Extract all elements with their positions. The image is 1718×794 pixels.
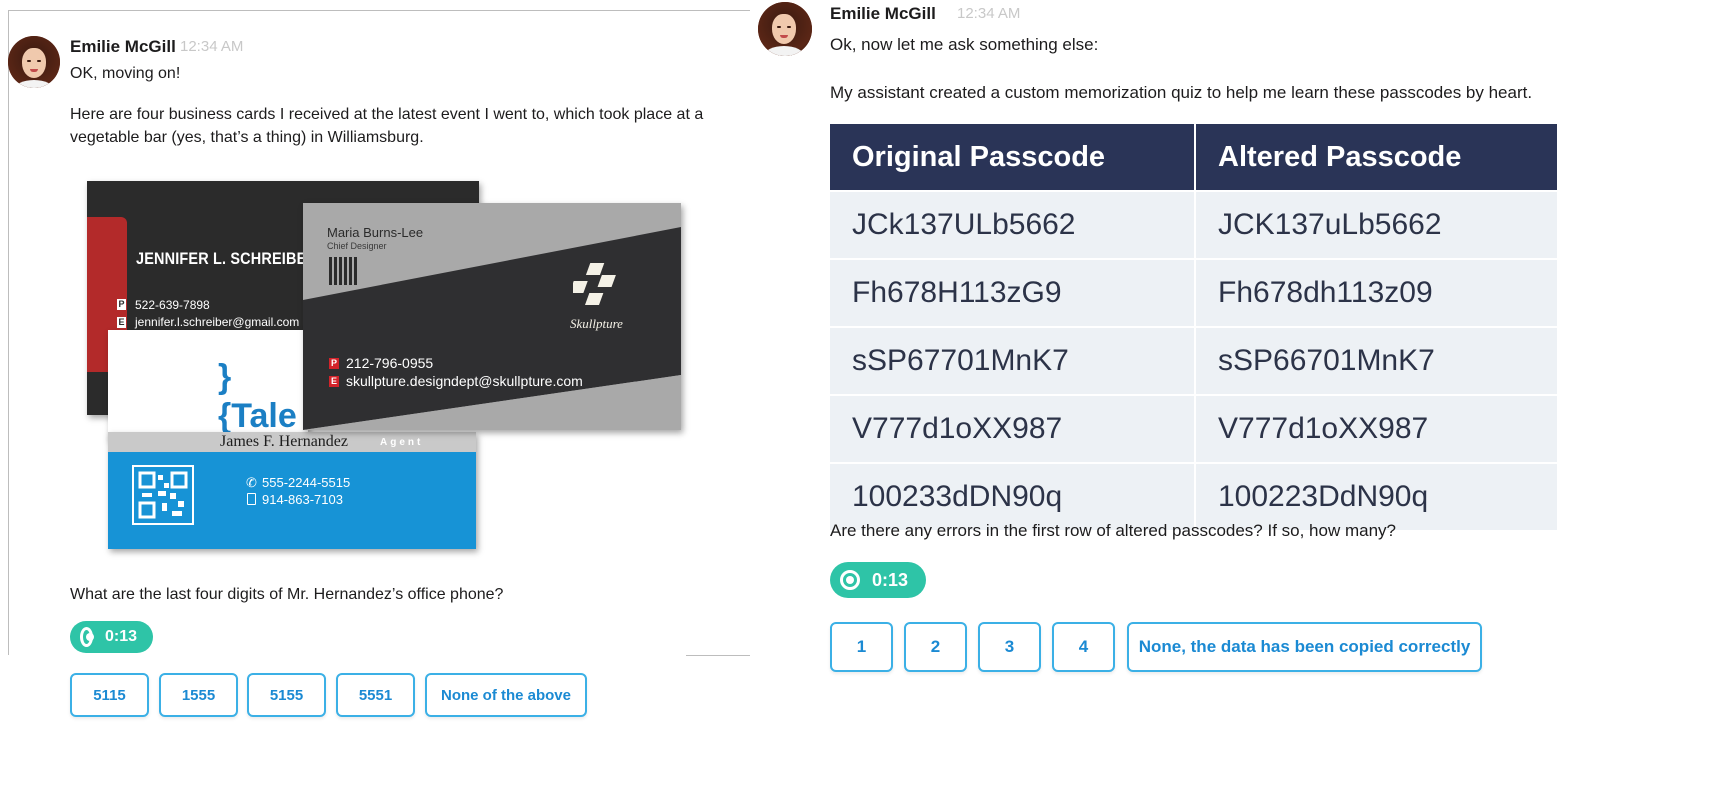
answer-option-button[interactable]: None, the data has been copied correctly [1127,622,1482,672]
card-phone: 914-863-7103 [262,492,343,507]
sender-name[interactable]: Emilie McGill [830,4,936,24]
column-header: Original Passcode [830,124,1196,191]
timer-badge: 0:13 [830,562,926,598]
skullpture-wordmark: Skullpture [570,316,623,331]
card-name: Maria Burns-Lee [327,225,424,240]
sender-name[interactable]: Emilie McGill [70,37,176,57]
answer-option-button[interactable]: 1 [830,622,893,672]
message-line: OK, moving on! [70,65,181,82]
phone-tag: P [117,299,126,310]
table-row: sSP67701MnK7 sSP66701MnK7 [830,326,1559,395]
qr-code-icon [329,257,357,285]
card-name: James F. Hernandez [220,433,349,450]
column-header: Altered Passcode [1195,124,1559,191]
qr-code-icon [132,465,194,525]
table-cell: sSP66701MnK7 [1195,326,1559,395]
table-cell: Fh678H113zG9 [830,258,1196,327]
question-text: Are there any errors in the first row of… [830,521,1396,540]
card-phone: 555-2244-5515 [262,475,351,490]
timer-value: 0:13 [104,628,137,645]
table-row: JCk137ULb5662 JCK137uLb5662 [830,190,1559,259]
table-cell: sSP67701MnK7 [830,326,1196,395]
business-card-burns-lee: Maria Burns-Lee Chief Designer Skullptur… [303,203,681,430]
table-cell: JCk137ULb5662 [830,190,1196,259]
skullpture-logo-icon [573,263,616,305]
phone-tag: P [329,358,339,369]
business-card-tale: }{Tale [108,330,308,440]
table-cell: V777d1oXX987 [1195,394,1559,463]
card-phone: 212-796-0955 [346,355,434,371]
answer-option-button[interactable]: 4 [1052,622,1115,672]
answer-option-button[interactable]: 3 [978,622,1041,672]
table-cell: JCK137uLb5662 [1195,190,1559,259]
message-time: 12:34 AM [180,38,244,55]
answer-option-button[interactable]: 5551 [336,673,415,717]
mobile-icon [247,493,256,505]
message-line: vegetable bar (yes, that’s a thing) in W… [70,129,424,146]
card-title: Chief Designer [327,241,387,251]
answer-option-button[interactable]: 2 [904,622,967,672]
avatar[interactable] [8,36,60,88]
table-header-row: Original Passcode Altered Passcode [830,124,1559,191]
table-row: Fh678H113zG9 Fh678dh113z09 [830,258,1559,327]
table-cell: Fh678dh113z09 [1195,258,1559,327]
message-line: Ok, now let me ask something else: [830,35,1099,54]
table-row: V777d1oXX987 V777d1oXX987 [830,394,1559,463]
card-name: JENNIFER L. SCHREIBER [136,249,318,268]
card-email: jennifer.l.schreiber@gmail.com [135,315,300,329]
passcode-table: Original Passcode Altered Passcode JCk13… [830,124,1559,530]
phone-icon: ✆ [246,475,257,490]
email-tag: E [117,317,126,328]
message-time: 12:34 AM [957,5,1021,22]
frame-bottom-line [686,655,750,656]
message-line: My assistant created a custom memorizati… [830,83,1533,102]
timer-icon [80,627,94,647]
card-phone: 522-639-7898 [135,298,210,312]
card-role: Agent [380,437,424,448]
timer-badge: 0:13 [70,621,153,653]
tale-logo: }{Tale [218,358,297,435]
avatar[interactable] [758,2,812,56]
frame-left-line [8,10,9,655]
answer-option-button[interactable]: 5115 [70,673,149,717]
card-email: skullpture.designdept@skullpture.com [346,373,583,389]
timer-icon [840,570,860,590]
timer-value: 0:13 [872,569,909,590]
email-tag: E [329,376,339,387]
question-text: What are the last four digits of Mr. Her… [70,586,504,603]
answer-option-button[interactable]: 1555 [159,673,238,717]
message-line: Here are four business cards I received … [70,106,704,123]
answer-option-button[interactable]: None of the above [425,673,587,717]
table-cell: V777d1oXX987 [830,394,1196,463]
business-card-hernandez: James F. Hernandez Agent ✆ 555-2244-5515… [108,432,476,549]
answer-option-button[interactable]: 5155 [247,673,326,717]
frame-top-line [8,10,750,11]
